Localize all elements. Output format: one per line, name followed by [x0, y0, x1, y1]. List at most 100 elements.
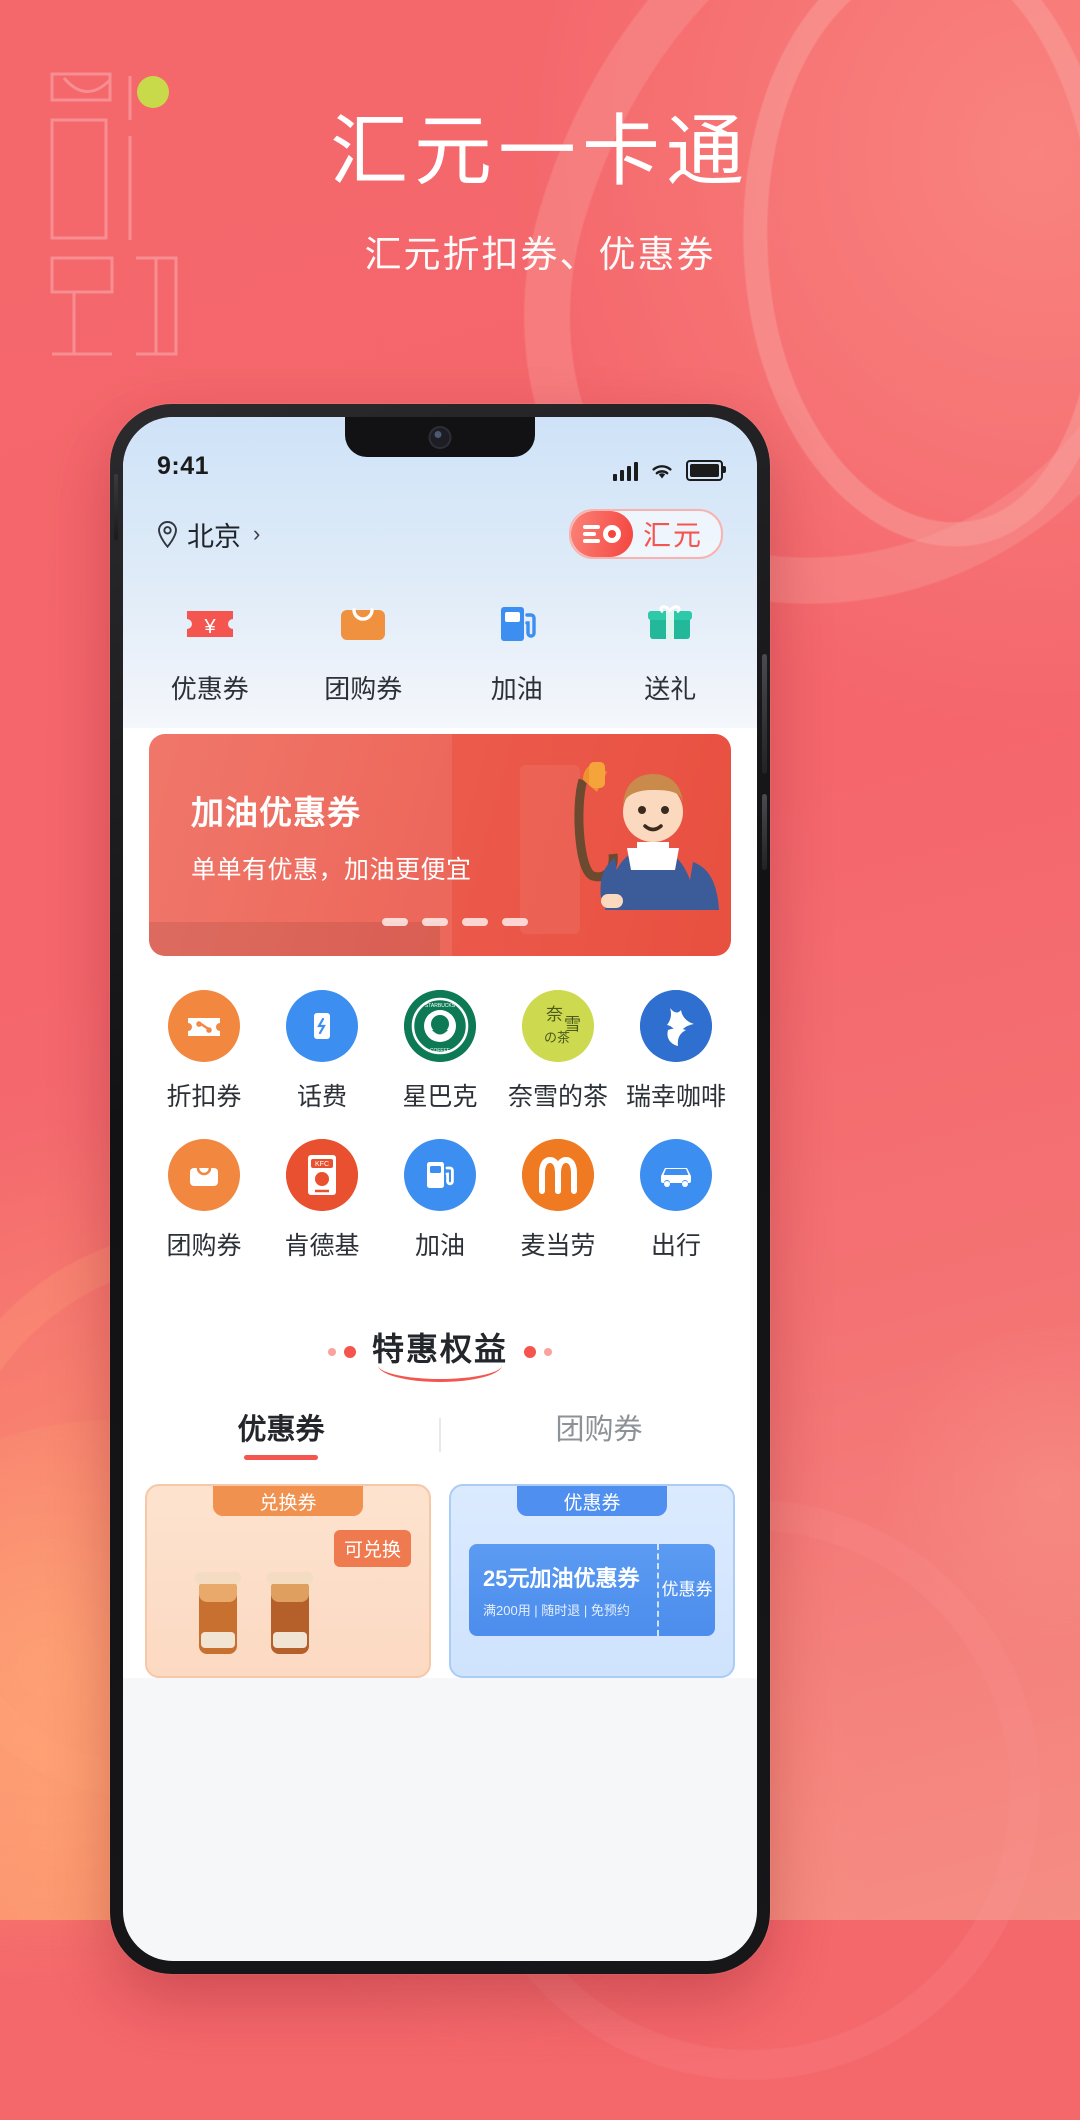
drink-cup-icon-1: [187, 1558, 249, 1666]
group-buy-bag-icon: [168, 1139, 240, 1211]
location-pin-icon: [157, 520, 178, 548]
status-icons: [613, 460, 726, 481]
wifi-icon: [652, 464, 672, 478]
brand-row-1: 折扣券 话费 STARBUCKS COFFEE 星巴克 奈雪の茶 奈雪的茶 瑞幸…: [145, 990, 735, 1113]
coupon-card-fuel[interactable]: 优惠券 25元加油优惠券 满200用 | 随时退 | 免预约 优惠券: [449, 1484, 735, 1678]
brand-item-kfc[interactable]: KFC 肯德基: [263, 1139, 381, 1262]
page-subtitle: 汇元折扣券、优惠券: [364, 234, 716, 275]
svg-text:奈: 奈: [546, 1005, 563, 1024]
brand-label: 瑞幸咖啡: [625, 1083, 726, 1111]
gift-box-icon: [639, 593, 701, 655]
category-label: 团购券: [324, 674, 403, 704]
brand-item-groupbuy[interactable]: 团购券: [145, 1139, 263, 1262]
brand-label: 出行: [650, 1232, 701, 1260]
signal-bars-icon: [613, 461, 638, 481]
naixue-tea-icon: 奈雪の茶: [522, 990, 594, 1062]
brand-item-naixue[interactable]: 奈雪の茶 奈雪的茶: [499, 990, 617, 1113]
phone-notch: [345, 417, 535, 457]
brand-label: 麦当劳: [520, 1232, 596, 1260]
brand-logo-badge[interactable]: 汇元: [568, 509, 723, 559]
category-item-groupbuy[interactable]: 团购券: [287, 593, 441, 706]
section-title: 特惠权益: [372, 1324, 508, 1382]
status-time: 9:41: [157, 452, 210, 480]
app-header: 北京 › 汇元: [123, 491, 757, 577]
coupon-card-exchange[interactable]: 兑换券 可兑换: [145, 1484, 431, 1678]
category-item-coupon[interactable]: ¥ 优惠券: [133, 593, 287, 706]
brand-grid: 折扣券 话费 STARBUCKS COFFEE 星巴克 奈雪の茶 奈雪的茶 瑞幸…: [123, 956, 757, 1298]
kfc-icon: KFC: [286, 1139, 358, 1211]
section-dots-left: [327, 1346, 356, 1358]
top-category-row: ¥ 优惠券 团购券 加油 送礼: [123, 577, 757, 728]
location-selector[interactable]: 北京 ›: [157, 515, 260, 554]
banner-text: 加油优惠券 单单有优惠，加油更便宜: [191, 786, 472, 886]
section-underline: [377, 1365, 502, 1382]
brand-label: 加油: [414, 1232, 465, 1260]
front-camera-icon: [428, 426, 452, 449]
brand-item-phonebill[interactable]: 话费: [263, 990, 381, 1113]
fuel-pump-icon: [486, 593, 548, 655]
starbucks-icon: STARBUCKS COFFEE: [404, 990, 476, 1062]
brand-label: 话费: [296, 1083, 347, 1111]
phone-screen: 9:41 北京 › 汇元 ¥ 优惠券 团购券 加油 送礼 加油优惠券 单单有优惠…: [123, 417, 757, 1961]
svg-text:COFFEE: COFFEE: [430, 1048, 451, 1054]
fuel-ticket: 25元加油优惠券 满200用 | 随时退 | 免预约 优惠券: [469, 1544, 715, 1636]
section-dots-right: [524, 1346, 552, 1358]
brand-row-2: 团购券 KFC 肯德基 加油 麦当劳 出行: [145, 1139, 735, 1262]
brand-label: 折扣券: [166, 1083, 242, 1111]
brand-logo-text: 汇元: [642, 520, 703, 551]
brand-mark-icon: [570, 511, 633, 557]
drink-cup-icon-2: [259, 1558, 321, 1666]
banner-pagination-dots[interactable]: [381, 918, 528, 926]
svg-text:¥: ¥: [203, 616, 216, 638]
fuel-pump-icon: [404, 1139, 476, 1211]
svg-text:STARBUCKS: STARBUCKS: [425, 1003, 456, 1009]
ticket-title: 25元加油优惠券: [483, 1566, 640, 1591]
brand-item-luckin[interactable]: 瑞幸咖啡: [617, 990, 735, 1113]
coupon-card-list: 兑换券 可兑换 优惠券 25元加油优惠券 满200用 | 随时退 | 免预约 优…: [123, 1464, 757, 1678]
card-tag: 兑换券: [213, 1486, 363, 1516]
section-header: 特惠权益: [123, 1298, 757, 1390]
ticket-right: 优惠券: [657, 1544, 715, 1636]
category-label: 优惠券: [170, 674, 249, 704]
location-label: 北京: [187, 521, 241, 552]
ticket-left: 25元加油优惠券 满200用 | 随时退 | 免预约: [469, 1544, 657, 1636]
brand-item-discount[interactable]: 折扣券: [145, 990, 263, 1113]
car-travel-icon: [640, 1139, 712, 1211]
brand-label: 星巴克: [402, 1083, 478, 1111]
svg-text:KFC: KFC: [315, 1161, 329, 1168]
luckin-coffee-icon: [640, 990, 712, 1062]
banner-panel-shadow: [149, 922, 440, 956]
phone-mockup: 9:41 北京 › 汇元 ¥ 优惠券 团购券 加油 送礼 加油优惠券 单单有优惠…: [110, 404, 770, 1974]
decor-lime-dot: [137, 76, 169, 108]
group-buy-bag-icon: [332, 593, 394, 655]
category-item-gift[interactable]: 送礼: [594, 593, 748, 706]
category-label: 送礼: [644, 674, 697, 704]
brand-item-fuel[interactable]: 加油: [381, 1139, 499, 1262]
promo-banner-wrapper: 加油优惠券 单单有优惠，加油更便宜: [123, 728, 757, 956]
brand-item-mcdonalds[interactable]: 麦当劳: [499, 1139, 617, 1262]
tab-groupbuy[interactable]: 团购券: [441, 1406, 757, 1464]
card-image-area: [163, 1534, 413, 1666]
phone-side-button: [762, 794, 767, 870]
brand-item-starbucks[interactable]: STARBUCKS COFFEE 星巴克: [381, 990, 499, 1113]
phone-bill-icon: [286, 990, 358, 1062]
category-item-fuel[interactable]: 加油: [440, 593, 594, 706]
coupon-ticket-icon: ¥: [179, 593, 241, 655]
category-label: 加油: [490, 674, 543, 704]
brand-item-travel[interactable]: 出行: [617, 1139, 735, 1262]
banner-subtitle: 单单有优惠，加油更便宜: [191, 856, 472, 884]
ticket-subtitle: 满200用 | 随时退 | 免预约: [483, 1603, 630, 1618]
poster-headline: 汇元一卡通 汇元折扣券、优惠券: [0, 112, 1080, 278]
tab-coupon[interactable]: 优惠券: [123, 1406, 439, 1464]
promo-banner[interactable]: 加油优惠券 单单有优惠，加油更便宜: [149, 734, 731, 956]
brand-label: 奈雪的茶: [507, 1083, 608, 1111]
ticket-side-label: 优惠券: [661, 1580, 713, 1600]
discount-ticket-icon: [168, 990, 240, 1062]
svg-text:の茶: の茶: [544, 1030, 570, 1045]
coupon-tabs: 优惠券 团购券: [123, 1390, 757, 1464]
battery-icon: [686, 460, 726, 481]
brand-label: 肯德基: [284, 1232, 360, 1260]
chevron-right-icon: ›: [253, 521, 261, 546]
brand-label: 团购券: [166, 1232, 242, 1260]
banner-title: 加油优惠券: [191, 794, 361, 831]
